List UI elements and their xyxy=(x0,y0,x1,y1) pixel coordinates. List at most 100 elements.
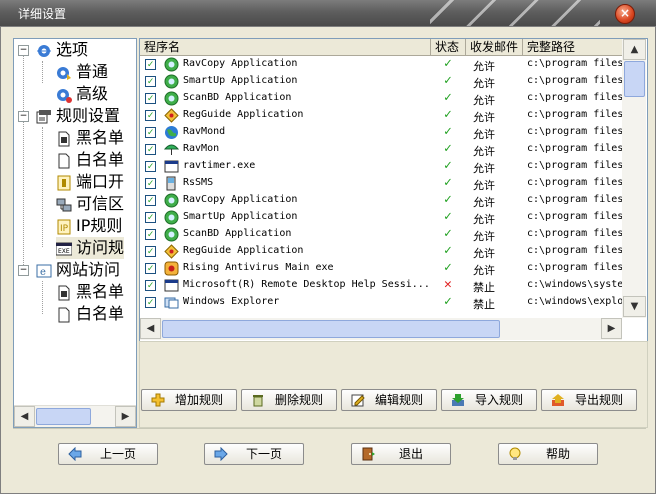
table-row[interactable]: ✓ RavMond ✓ 允许 c:\program files xyxy=(140,124,622,141)
tree-item-label: 端口开 xyxy=(76,172,125,191)
full-path: c:\windows\explo xyxy=(527,296,622,307)
tree-item-access-rules[interactable]: EXE 访问规 xyxy=(55,237,125,259)
export-rule-button[interactable]: 导出规则 xyxy=(541,389,637,411)
collapse-toggle[interactable]: − xyxy=(18,111,29,122)
row-checkbox[interactable]: ✓ xyxy=(145,161,156,172)
table-row[interactable]: ✓ SmartUp Application ✓ 允许 c:\program files xyxy=(140,73,622,90)
button-label: 导出规则 xyxy=(574,393,623,407)
table-row[interactable]: ✓ Rising Antivirus Main exe ✓ 允许 c:\program … xyxy=(140,260,622,277)
window-title: 详细设置 xyxy=(18,7,67,21)
table-row[interactable]: ✓ ScanBD Application ✓ 允许 c:\program files xyxy=(140,90,622,107)
green-globe-icon xyxy=(164,193,179,208)
green-globe-icon xyxy=(164,227,179,242)
row-checkbox[interactable]: ✓ xyxy=(145,229,156,240)
column-header-program[interactable]: 程序名 xyxy=(140,39,431,55)
table-row[interactable]: ✓ RavCopy Application ✓ 允许 c:\program files xyxy=(140,56,622,73)
collapse-toggle[interactable]: − xyxy=(18,45,29,56)
svg-text:EXE: EXE xyxy=(58,248,70,255)
list-horizontal-scrollbar[interactable]: ◀ ▶ xyxy=(140,318,622,340)
mail-permission: 允许 xyxy=(473,179,495,192)
program-name: Rising Antivirus Main exe xyxy=(183,262,334,273)
tree-item-label: 访问规 xyxy=(76,238,125,257)
table-row[interactable]: ✓ RavMon ✓ 允许 c:\program files xyxy=(140,141,622,158)
row-checkbox[interactable]: ✓ xyxy=(145,110,156,121)
tree-item-whitelist[interactable]: 白名单 xyxy=(56,149,124,171)
add-rule-button[interactable]: 增加规则 xyxy=(141,389,237,411)
row-checkbox[interactable]: ✓ xyxy=(145,127,156,138)
column-header-path[interactable]: 完整路径 xyxy=(523,39,622,55)
title-bar[interactable]: 详细设置 × xyxy=(0,0,656,26)
edit-rule-button[interactable]: 编辑规则 xyxy=(341,389,437,411)
scroll-up-icon[interactable]: ▲ xyxy=(623,39,646,60)
tree-item-options[interactable]: 选项 xyxy=(36,39,88,61)
table-row[interactable]: ✓ RegGuide Application ✓ 允许 c:\program files xyxy=(140,107,622,124)
allow-check-icon: ✓ xyxy=(444,294,452,309)
tree-item-ports[interactable]: 端口开 xyxy=(56,171,124,193)
program-name: Windows Explorer xyxy=(183,296,280,307)
column-header-mail[interactable]: 收发邮件 xyxy=(466,39,523,55)
scroll-right-icon[interactable]: ▶ xyxy=(115,406,136,427)
table-row[interactable]: ✓ SmartUp Application ✓ 允许 c:\program files xyxy=(140,209,622,226)
row-checkbox[interactable]: ✓ xyxy=(145,195,156,206)
scroll-right-icon[interactable]: ▶ xyxy=(601,318,622,339)
full-path: c:\program files xyxy=(527,75,622,86)
mail-permission: 允许 xyxy=(473,230,495,243)
scroll-thumb[interactable] xyxy=(624,61,645,97)
row-checkbox[interactable]: ✓ xyxy=(145,93,156,104)
svg-text:e: e xyxy=(40,267,46,278)
row-checkbox[interactable]: ✓ xyxy=(145,212,156,223)
table-row[interactable]: ✓ Windows Explorer ✓ 禁止 c:\windows\explo xyxy=(140,294,622,311)
list-vertical-scrollbar[interactable]: ▲ ▼ xyxy=(622,39,646,318)
button-label: 增加规则 xyxy=(174,393,223,407)
full-path: c:\program files xyxy=(527,194,622,205)
prev-page-button[interactable]: 上一页 xyxy=(58,443,158,465)
row-checkbox[interactable]: ✓ xyxy=(145,59,156,70)
row-checkbox[interactable]: ✓ xyxy=(145,178,156,189)
scroll-left-icon[interactable]: ◀ xyxy=(14,406,35,427)
row-checkbox[interactable]: ✓ xyxy=(145,297,156,308)
program-name: RegGuide Application xyxy=(183,109,304,120)
tree-item-web-whitelist[interactable]: 白名单 xyxy=(56,303,124,325)
delete-rule-button[interactable]: 删除规则 xyxy=(241,389,337,411)
scroll-thumb[interactable] xyxy=(162,320,500,338)
tree-item-web-blacklist[interactable]: 黑名单 xyxy=(56,281,124,303)
table-row[interactable]: ✓ RegGuide Application ✓ 允许 c:\program files xyxy=(140,243,622,260)
scroll-down-icon[interactable]: ▼ xyxy=(623,296,646,317)
column-header-status[interactable]: 状态 xyxy=(431,39,466,55)
row-checkbox[interactable]: ✓ xyxy=(145,246,156,257)
green-globe-icon xyxy=(164,57,179,72)
table-row[interactable]: ✓ ravtimer.exe ✓ 允许 c:\program files xyxy=(140,158,622,175)
list-header: 程序名 状态 收发邮件 完整路径 xyxy=(140,39,622,56)
scroll-thumb[interactable] xyxy=(36,408,91,425)
table-row[interactable]: ✓ ScanBD Application ✓ 允许 c:\program files xyxy=(140,226,622,243)
tree-item-general[interactable]: 普通 xyxy=(56,61,108,83)
settings-tree: − 选项 普通 高级 − 规则设置 黑名单 白名单 端口开 可信区 IP IP规则 xyxy=(13,38,137,428)
row-checkbox[interactable]: ✓ xyxy=(145,144,156,155)
tree-item-advanced[interactable]: 高级 xyxy=(56,83,108,105)
help-button[interactable]: 帮助 xyxy=(498,443,598,465)
allow-check-icon: ✓ xyxy=(444,56,452,71)
tree-horizontal-scrollbar[interactable]: ◀ ▶ xyxy=(14,405,136,427)
close-button[interactable]: × xyxy=(615,4,635,24)
tree-item-label: IP规则 xyxy=(76,216,123,235)
collapse-toggle[interactable]: − xyxy=(18,265,29,276)
scroll-left-icon[interactable]: ◀ xyxy=(140,318,161,339)
table-row[interactable]: ✓ RavCopy Application ✓ 允许 c:\program files xyxy=(140,192,622,209)
import-rule-button[interactable]: 导入规则 xyxy=(441,389,537,411)
row-checkbox[interactable]: ✓ xyxy=(145,76,156,87)
tree-item-rule-settings[interactable]: 规则设置 xyxy=(36,105,120,127)
tree-item-blacklist[interactable]: 黑名单 xyxy=(56,127,124,149)
row-checkbox[interactable]: ✓ xyxy=(145,280,156,291)
exit-button[interactable]: 退出 xyxy=(351,443,451,465)
mail-permission: 允许 xyxy=(473,128,495,141)
tree-item-label: 规则设置 xyxy=(56,106,121,125)
program-name: RavMond xyxy=(183,126,226,137)
table-row[interactable]: ✓ RsSMS ✓ 允许 c:\program files xyxy=(140,175,622,192)
tree-item-trusted-zone[interactable]: 可信区 xyxy=(56,193,124,215)
mail-permission: 允许 xyxy=(473,60,495,73)
tree-item-website-access[interactable]: e 网站访问 xyxy=(36,259,120,281)
next-page-button[interactable]: 下一页 xyxy=(204,443,304,465)
tree-item-ip-rules[interactable]: IP IP规则 xyxy=(56,215,122,237)
row-checkbox[interactable]: ✓ xyxy=(145,263,156,274)
table-row[interactable]: ✓ Microsoft(R) Remote Desktop Help Sessi.… xyxy=(140,277,622,294)
